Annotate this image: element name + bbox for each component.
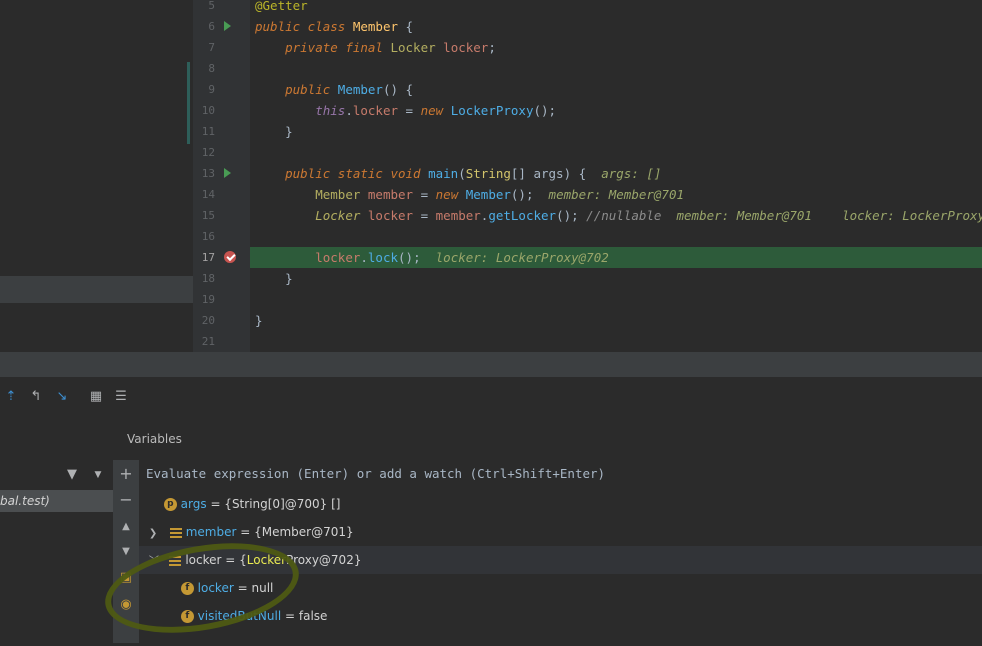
line-number: 13: [201, 167, 215, 180]
expand-icon[interactable]: ❯: [149, 528, 157, 539]
object-icon: [169, 527, 182, 538]
code-line: private final Locker locker;: [285, 40, 496, 55]
line-number: 9: [208, 83, 215, 96]
tool-window-header: [0, 352, 982, 377]
line-number: 16: [201, 230, 215, 243]
code-line: public static void main(String[] args) {…: [285, 166, 662, 181]
step-out-icon[interactable]: ⇡: [3, 389, 19, 405]
frame-selected[interactable]: bal.test): [0, 490, 113, 512]
line-number: 15: [201, 209, 215, 222]
filter-icon[interactable]: ▼: [64, 467, 80, 483]
code-line: @Getter: [255, 0, 308, 13]
remove-icon[interactable]: −: [119, 492, 133, 508]
variable-name: args: [180, 497, 207, 511]
change-marker: [187, 62, 190, 144]
variable-value: = false: [285, 609, 328, 623]
line-number: 11: [201, 125, 215, 138]
code-line: }: [255, 271, 293, 286]
variables-title: Variables: [127, 432, 182, 446]
variable-value: = {String[0]@700} []: [210, 497, 341, 511]
add-icon[interactable]: +: [119, 466, 133, 482]
line-number: 14: [201, 188, 215, 201]
evaluate-input[interactable]: Evaluate expression (Enter) or add a wat…: [146, 466, 605, 481]
trace-icon[interactable]: ☰: [113, 389, 129, 405]
line-number: 20: [201, 314, 215, 327]
drop-frame-icon[interactable]: ↰: [28, 389, 44, 405]
code-line: this.locker = new LockerProxy();: [315, 103, 557, 118]
line-number: 10: [201, 104, 215, 117]
variable-row[interactable]: p args = {String[0]@700} []: [139, 490, 982, 518]
debug-toolbar: [0, 377, 982, 417]
line-number: 19: [201, 293, 215, 306]
line-number: 8: [208, 62, 215, 75]
line-number-current: 17: [201, 251, 215, 264]
breakpoint-icon[interactable]: [224, 251, 236, 263]
code-line-current: locker.lock(); locker: LockerProxy@702: [315, 250, 609, 265]
evaluate-icon[interactable]: ▦: [88, 389, 104, 405]
line-number: 18: [201, 272, 215, 285]
line-number: 12: [201, 146, 215, 159]
line-number: 7: [208, 41, 215, 54]
move-down-icon[interactable]: ▼: [119, 545, 133, 559]
chevron-down-icon[interactable]: ▼: [90, 467, 106, 483]
code-line: Locker locker = member.getLocker(); //nu…: [315, 208, 982, 223]
variable-value: = {Member@701}: [240, 525, 354, 539]
run-main-icon[interactable]: [224, 168, 231, 178]
line-number: 6: [208, 20, 215, 33]
code-line: Member member = new Member(); member: Me…: [315, 187, 685, 202]
project-selected-row[interactable]: [0, 276, 193, 303]
variable-row[interactable]: ❯ member = {Member@701}: [139, 518, 982, 546]
variable-value-suffix: Proxy@702}: [286, 553, 362, 567]
parameter-icon: p: [163, 498, 177, 511]
line-number: 21: [201, 335, 215, 348]
code-line: }: [255, 313, 263, 328]
run-class-icon[interactable]: [224, 21, 231, 31]
code-line: public class Member {: [255, 19, 414, 34]
frames-panel: [0, 417, 113, 643]
code-line: public Member() {: [285, 82, 414, 97]
code-line: }: [255, 124, 293, 139]
run-to-cursor-icon[interactable]: ↘: [54, 389, 70, 405]
variable-name: member: [185, 525, 237, 539]
line-number: 5: [208, 0, 215, 12]
move-up-icon[interactable]: ▲: [119, 520, 133, 534]
